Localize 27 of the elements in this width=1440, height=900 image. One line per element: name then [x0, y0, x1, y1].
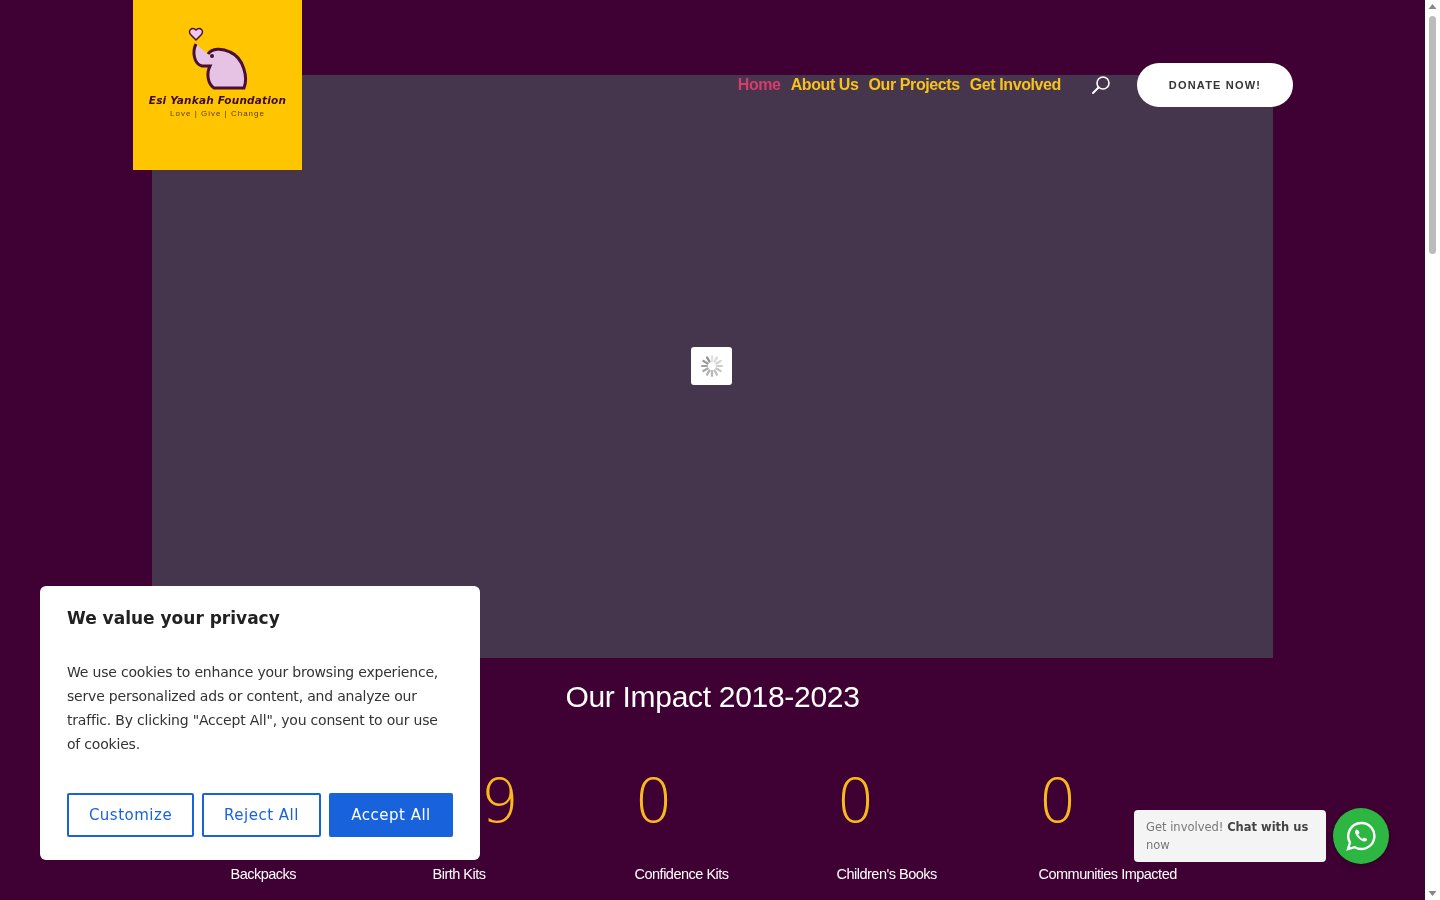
stat-label: Confidence Kits: [634, 866, 729, 882]
phone-bubble-icon: [1345, 820, 1377, 852]
donate-button[interactable]: DONATE NOW!: [1137, 63, 1293, 107]
stat-label: Backpacks: [230, 866, 297, 882]
logo[interactable]: Esi Yankah Foundation Love | Give | Change: [133, 0, 302, 170]
stat-label: Communities Impacted: [1038, 866, 1177, 882]
nav-link[interactable]: About Us: [790, 76, 859, 94]
chat-prompt[interactable]: Get involved! Chat with us now: [1134, 810, 1326, 862]
loading-spinner: [691, 347, 732, 385]
banner-text: We use cookies to enhance your browsing experience, serve personalized ads or content, and analyze our traffic. By clicking "Accept All", you consent to our use of cookies.: [67, 663, 440, 754]
cookie-button[interactable]: Accept All: [329, 793, 453, 837]
logo-name: Esi Yankah Foundation: [148, 94, 287, 106]
nav-link[interactable]: Get Involved: [969, 76, 1061, 94]
banner-title: We value your privacy: [67, 608, 281, 628]
stat-number: 0: [1038, 766, 1077, 836]
logo-tagline: Love | Give | Change: [170, 109, 265, 118]
section-title: Our Impact 2018-2023: [565, 680, 860, 714]
stat-number: 0: [634, 766, 673, 836]
stat-number: 0: [836, 766, 875, 836]
chat-button[interactable]: [1333, 808, 1389, 864]
stat-label: Birth Kits: [432, 866, 486, 882]
stat-number: 9: [479, 766, 519, 836]
stat-label: Children's Books: [836, 866, 937, 882]
cookie-button[interactable]: Customize: [67, 793, 194, 837]
cookie-button[interactable]: Reject All: [202, 793, 321, 837]
search-icon[interactable]: [1091, 75, 1111, 95]
nav-link[interactable]: Our Projects: [868, 76, 960, 94]
